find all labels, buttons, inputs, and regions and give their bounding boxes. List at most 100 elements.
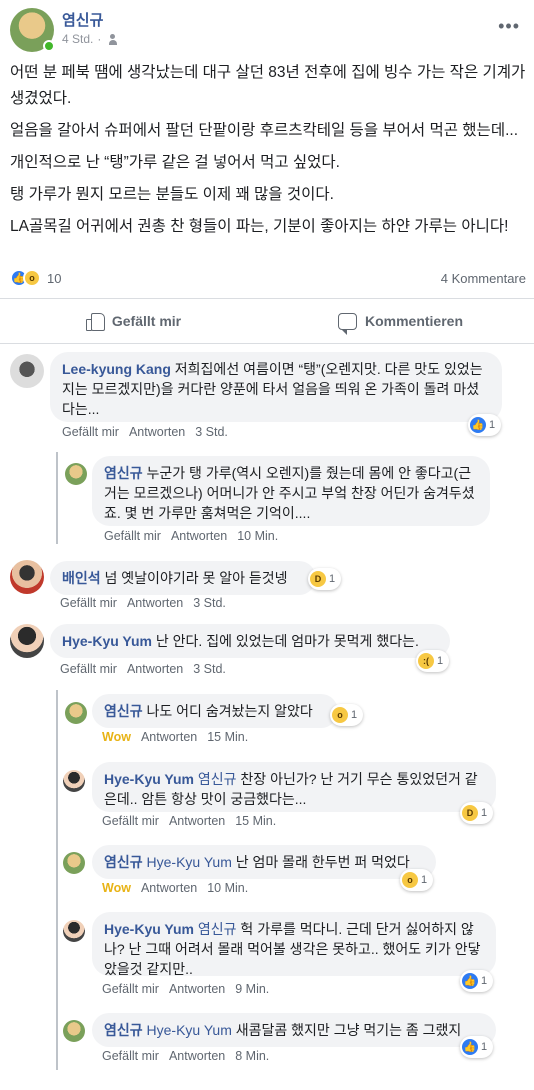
avatar[interactable] (63, 852, 85, 874)
post-paragraph: 얼음을 갈아서 슈퍼에서 팔던 단팥이랑 후르츠칵테일 등을 부어서 먹곤 했는… (10, 122, 518, 139)
avatar[interactable] (63, 920, 85, 942)
comment-bubble: Hye-Kyu Yum 염신규 헉 가루를 먹다니. 근데 단거 싫어하지 않나… (92, 912, 496, 977)
thread-line (56, 690, 58, 1070)
post-paragraph: LA골목길 어귀에서 권총 찬 형들이 파는, 기분이 좋아지는 하얀 가루는 … (10, 218, 509, 235)
comment-like-link[interactable]: Gefällt mir (104, 529, 161, 543)
comment-author[interactable]: 염신규 (104, 854, 143, 870)
comment-author[interactable]: Lee-kyung Kang (62, 361, 171, 377)
comment-actions: Gefällt mir Antworten 3 Std. (62, 425, 228, 439)
wow-reaction-icon[interactable]: o (23, 269, 41, 287)
comment-reactions[interactable]: o 1 (330, 704, 364, 726)
friends-audience-icon[interactable] (109, 33, 123, 45)
comment-text: 나도 어디 숨겨놨는지 알았다 (146, 703, 313, 719)
comment-button[interactable]: Kommentieren (267, 299, 534, 343)
avatar[interactable] (63, 770, 85, 792)
like-reaction-icon: 👍 (462, 973, 478, 989)
comment-timestamp[interactable]: 10 Min. (237, 529, 278, 543)
sad-reaction-icon: :( (418, 653, 434, 669)
avatar[interactable] (63, 1020, 85, 1042)
comment-bubble: 염신규 Hye-Kyu Yum 새콤달콤 했지만 그냥 먹기는 좀 그랬지 (92, 1013, 496, 1047)
like-button[interactable]: Gefällt mir (0, 299, 267, 343)
comment-reply-link[interactable]: Antworten (141, 730, 197, 744)
comment-timestamp[interactable]: 8 Min. (235, 1049, 269, 1063)
comment-reactions[interactable]: D 1 (460, 802, 494, 824)
post-timestamp[interactable]: 4 Std. (62, 32, 93, 46)
comment-author[interactable]: Hye-Kyu Yum (62, 633, 152, 649)
haha-reaction-icon: D (462, 805, 478, 821)
comment-timestamp[interactable]: 10 Min. (207, 881, 248, 895)
comment-bubble: Hye-Kyu Yum 염신규 찬장 아닌가? 난 거기 무슨 통있었던거 같은… (92, 762, 496, 812)
post-header: 염신규 4 Std. · ••• (10, 8, 524, 54)
thumbs-up-icon (85, 312, 105, 331)
avatar[interactable] (10, 354, 44, 388)
comment-reply-link[interactable]: Antworten (127, 596, 183, 610)
action-bar: Gefällt mir Kommentieren (0, 298, 534, 344)
comment-text: 누군가 탱 가루(역시 오렌지)를 줬는데 몸에 안 좋다고(근거는 모르겠으나… (104, 465, 475, 521)
comment-author[interactable]: Hye-Kyu Yum (104, 921, 194, 937)
comment-author[interactable]: Hye-Kyu Yum (104, 771, 194, 787)
comments-count[interactable]: 4 Kommentare (441, 271, 526, 286)
avatar[interactable] (10, 624, 44, 658)
avatar[interactable] (65, 702, 87, 724)
comment-timestamp[interactable]: 3 Std. (193, 662, 226, 676)
comment-reply-link[interactable]: Antworten (171, 529, 227, 543)
online-status-icon (43, 40, 55, 52)
comment-author[interactable]: 염신규 (104, 703, 143, 719)
reaction-summary: 👍 o 10 4 Kommentare (10, 266, 526, 290)
comment-reply-link[interactable]: Antworten (127, 662, 183, 676)
comment-author[interactable]: 배인석 (62, 570, 101, 586)
comment-reactions[interactable]: o 1 (400, 869, 434, 891)
comment-bubble: Lee-kyung Kang 저희집에선 여름이면 “탱”(오렌지맛. 다른 맛… (50, 352, 502, 422)
comment-actions: Gefällt mir Antworten 9 Min. (102, 982, 269, 996)
comment-author[interactable]: 염신규 (104, 1022, 143, 1038)
comment-mention[interactable]: Hye-Kyu Yum (147, 854, 232, 870)
comment-like-link[interactable]: Gefällt mir (62, 425, 119, 439)
comment-bubble: 염신규 나도 어디 숨겨놨는지 알았다 (92, 694, 338, 728)
comment-text: 새콤달콤 했지만 그냥 먹기는 좀 그랬지 (235, 1022, 462, 1038)
comment-reactions[interactable]: 👍 1 (468, 414, 502, 436)
comment-timestamp[interactable]: 3 Std. (193, 596, 226, 610)
avatar[interactable] (10, 560, 44, 594)
author-name[interactable]: 염신규 (62, 9, 103, 30)
more-options-icon[interactable]: ••• (498, 16, 520, 37)
comment-reactions[interactable]: D 1 (308, 568, 342, 590)
comment-mention[interactable]: 염신규 (198, 921, 237, 937)
haha-reaction-icon: D (310, 571, 326, 587)
comment-reactions[interactable]: :( 1 (416, 650, 450, 672)
comment-mention[interactable]: 염신규 (198, 771, 237, 787)
comment-reply-link[interactable]: Antworten (169, 1049, 225, 1063)
comment-timestamp[interactable]: 15 Min. (207, 730, 248, 744)
wow-reaction-icon: o (332, 707, 348, 723)
comment-reactions[interactable]: 👍 1 (460, 1036, 494, 1058)
comment-text: 난 안다. 집에 있었는데 엄마가 못먹게 했다는. (155, 633, 419, 649)
comment-reply-link[interactable]: Antworten (129, 425, 185, 439)
comment-reply-link[interactable]: Antworten (141, 881, 197, 895)
comment-mention[interactable]: Hye-Kyu Yum (147, 1022, 232, 1038)
comment-wow-link[interactable]: Wow (102, 881, 131, 895)
comment-timestamp[interactable]: 15 Min. (235, 814, 276, 828)
wow-reaction-icon: o (402, 872, 418, 888)
comment-actions: Wow Antworten 15 Min. (102, 730, 248, 744)
comment-timestamp[interactable]: 9 Min. (235, 982, 269, 996)
reaction-count[interactable]: 10 (47, 271, 61, 286)
comment-like-link[interactable]: Gefällt mir (60, 596, 117, 610)
post-paragraph: 개인적으로 난 “탱”가루 같은 걸 넣어서 먹고 싶었다. (10, 154, 340, 171)
comment-reply-link[interactable]: Antworten (169, 814, 225, 828)
avatar[interactable] (65, 463, 87, 485)
comment-like-link[interactable]: Gefällt mir (102, 814, 159, 828)
post-paragraph: 어떤 분 페북 땜에 생각났는데 대구 살던 83년 전후에 집에 빙수 가는 … (10, 64, 526, 107)
like-button-label: Gefällt mir (111, 313, 182, 329)
thread-line (56, 452, 58, 544)
comment-author[interactable]: 염신규 (104, 465, 143, 481)
comment-like-link[interactable]: Gefällt mir (102, 982, 159, 996)
comment-actions: Gefällt mir Antworten 8 Min. (102, 1049, 269, 1063)
post-meta: 4 Std. · (62, 32, 123, 46)
comment-like-link[interactable]: Gefällt mir (102, 1049, 159, 1063)
comment-actions: Gefällt mir Antworten 15 Min. (102, 814, 276, 828)
comment-wow-link[interactable]: Wow (102, 730, 131, 744)
comment-reply-link[interactable]: Antworten (169, 982, 225, 996)
comment-like-link[interactable]: Gefällt mir (60, 662, 117, 676)
comment-reactions[interactable]: 👍 1 (460, 970, 494, 992)
comment-timestamp[interactable]: 3 Std. (195, 425, 228, 439)
comment-bubble: 배인석 넘 옛날이야기라 못 알아 듣것넹 (50, 561, 316, 595)
